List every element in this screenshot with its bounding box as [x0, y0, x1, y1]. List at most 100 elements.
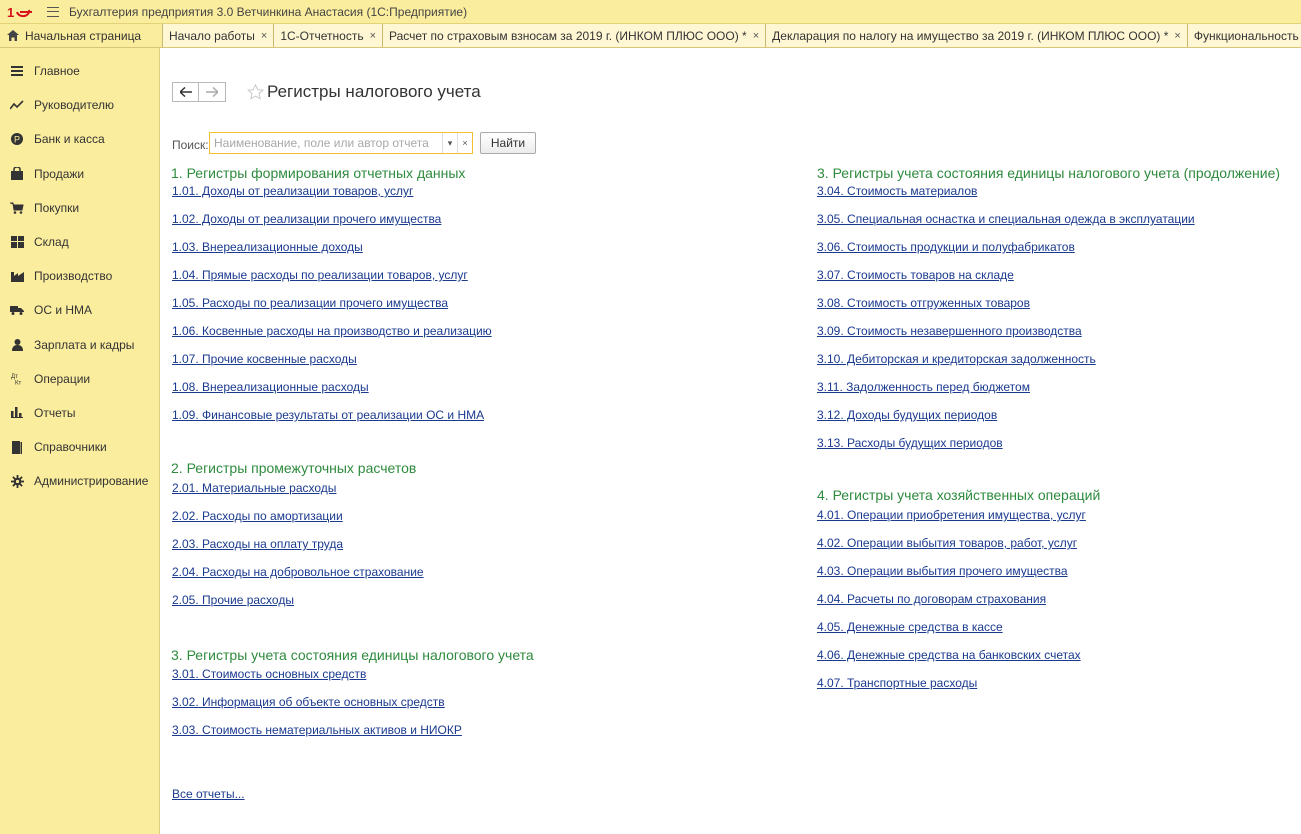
sidebar-item-fixed-assets[interactable]: ОС и НМА: [0, 293, 159, 327]
shopping-bag-icon: [10, 167, 24, 181]
sidebar-item-bank[interactable]: Р Банк и касса: [0, 122, 159, 156]
tab-1c-reporting[interactable]: 1С-Отчетность ×: [274, 24, 384, 47]
report-link[interactable]: 1.03. Внереализационные доходы: [172, 240, 363, 254]
search-field: ▾ ×: [209, 132, 473, 154]
sidebar-item-directories[interactable]: Справочники: [0, 430, 159, 464]
svg-text:Дт: Дт: [11, 374, 18, 380]
tab-label: Расчет по страховым взносам за 2019 г. (…: [389, 28, 747, 43]
tab-program-functionality[interactable]: Функциональность программы ×: [1187, 24, 1301, 47]
sidebar-item-main[interactable]: Главное: [0, 54, 159, 88]
report-link[interactable]: 3.01. Стоимость основных средств: [172, 667, 366, 681]
report-link[interactable]: 3.13. Расходы будущих периодов: [817, 436, 1003, 450]
report-link[interactable]: 1.05. Расходы по реализации прочего имущ…: [172, 296, 448, 310]
report-link[interactable]: 4.04. Расчеты по договорам страхования: [817, 592, 1046, 606]
section-title-1: 1. Регистры формирования отчетных данных: [171, 165, 466, 181]
report-link[interactable]: 4.01. Операции приобретения имущества, у…: [817, 508, 1086, 522]
report-link[interactable]: 3.04. Стоимость материалов: [817, 184, 977, 198]
report-link[interactable]: 4.07. Транспортные расходы: [817, 676, 977, 690]
report-link[interactable]: 2.03. Расходы на оплату труда: [172, 537, 343, 551]
report-link[interactable]: 2.01. Материальные расходы: [172, 481, 336, 495]
sidebar-item-label: Склад: [34, 235, 69, 250]
clear-icon[interactable]: ×: [457, 133, 472, 153]
report-link[interactable]: 2.04. Расходы на добровольное страховани…: [172, 565, 424, 579]
bar-chart-icon: [10, 406, 24, 420]
forward-button[interactable]: [199, 82, 226, 102]
warehouse-icon: [10, 235, 24, 249]
report-link[interactable]: 3.10. Дебиторская и кредиторская задолже…: [817, 352, 1096, 366]
report-link[interactable]: 1.07. Прочие косвенные расходы: [172, 352, 357, 366]
close-icon[interactable]: ×: [261, 30, 267, 42]
sidebar-item-sales[interactable]: Продажи: [0, 157, 159, 191]
report-link[interactable]: 4.05. Денежные средства в кассе: [817, 620, 1003, 634]
report-link[interactable]: 1.09. Финансовые результаты от реализаци…: [172, 408, 484, 422]
svg-text:Кт: Кт: [15, 381, 21, 386]
dropdown-icon[interactable]: ▾: [442, 133, 457, 153]
sidebar-item-manager[interactable]: Руководителю: [0, 88, 159, 122]
book-icon: [10, 440, 24, 454]
sidebar-item-warehouse[interactable]: Склад: [0, 225, 159, 259]
report-link[interactable]: 2.05. Прочие расходы: [172, 593, 294, 607]
section-title-2: 2. Регистры промежуточных расчетов: [171, 460, 417, 476]
report-link[interactable]: 3.11. Задолженность перед бюджетом: [817, 380, 1030, 394]
report-link[interactable]: 3.03. Стоимость нематериальных активов и…: [172, 723, 462, 737]
report-link[interactable]: 1.06. Косвенные расходы на производство …: [172, 324, 492, 338]
tab-home-label: Начальная страница: [25, 28, 142, 43]
favorite-star-icon[interactable]: [247, 84, 264, 100]
report-link[interactable]: 1.02. Доходы от реализации прочего имуще…: [172, 212, 441, 226]
report-link[interactable]: 1.04. Прямые расходы по реализации товар…: [172, 268, 468, 282]
arrow-right-icon: [206, 87, 218, 97]
find-button[interactable]: Найти: [480, 132, 536, 154]
tab-property-tax-declaration[interactable]: Декларация по налогу на имущество за 201…: [766, 24, 1188, 47]
section-title-3: 3. Регистры учета состояния единицы нало…: [171, 647, 534, 663]
svg-text:Р: Р: [14, 135, 20, 145]
sidebar-item-label: Руководителю: [34, 98, 115, 113]
report-link[interactable]: 3.02. Информация об объекте основных сре…: [172, 695, 445, 709]
sidebar-item-label: Банк и касса: [34, 132, 105, 147]
section-title-3-cont: 3. Регистры учета состояния единицы нало…: [817, 165, 1281, 181]
report-link[interactable]: 4.06. Денежные средства на банковских сч…: [817, 648, 1081, 662]
sidebar-item-administration[interactable]: Администрирование: [0, 464, 159, 498]
1c-logo-icon[interactable]: 1: [7, 4, 33, 20]
sidebar-item-purchases[interactable]: Покупки: [0, 191, 159, 225]
close-icon[interactable]: ×: [370, 30, 376, 42]
report-link[interactable]: 1.01. Доходы от реализации товаров, услу…: [172, 184, 413, 198]
tab-insurance-calc[interactable]: Расчет по страховым взносам за 2019 г. (…: [383, 24, 767, 47]
tab-label: Декларация по налогу на имущество за 201…: [772, 28, 1169, 43]
report-panel: Регистры налогового учета Поиск: ▾ × Най…: [160, 48, 1301, 834]
sidebar-item-label: Производство: [34, 269, 113, 284]
sidebar-item-label: Справочники: [34, 440, 107, 455]
tab-label: 1С-Отчетность: [280, 28, 364, 43]
report-link[interactable]: 4.03. Операции выбытия прочего имущества: [817, 564, 1068, 578]
sidebar-item-production[interactable]: Производство: [0, 259, 159, 293]
tab-home[interactable]: Начальная страница: [0, 24, 163, 47]
sidebar-item-reports[interactable]: Отчеты: [0, 396, 159, 430]
sidebar-item-label: Администрирование: [34, 474, 149, 489]
close-icon[interactable]: ×: [753, 30, 759, 42]
close-icon[interactable]: ×: [1174, 30, 1180, 42]
report-link[interactable]: 3.06. Стоимость продукции и полуфабрикат…: [817, 240, 1075, 254]
open-windows-tabbar: Начальная страница Начало работы × 1С-От…: [0, 24, 1301, 48]
window-title: Бухгалтерия предприятия 3.0 Ветчинкина А…: [69, 4, 468, 19]
sidebar-item-label: Зарплата и кадры: [34, 337, 135, 352]
report-link[interactable]: 2.02. Расходы по амортизации: [172, 509, 343, 523]
person-icon: [10, 338, 24, 352]
report-link[interactable]: 3.08. Стоимость отгруженных товаров: [817, 296, 1030, 310]
section-title-4: 4. Регистры учета хозяйственных операций: [817, 487, 1101, 503]
sidebar-item-operations[interactable]: Дт Кт Операции: [0, 362, 159, 396]
back-button[interactable]: [172, 82, 199, 102]
report-link[interactable]: 1.08. Внереализационные расходы: [172, 380, 369, 394]
tab-label: Начало работы: [169, 28, 255, 43]
menu-icon: [10, 64, 24, 78]
report-link[interactable]: 3.09. Стоимость незавершенного производс…: [817, 324, 1082, 338]
report-link[interactable]: 4.02. Операции выбытия товаров, работ, у…: [817, 536, 1077, 550]
report-link[interactable]: 3.05. Специальная оснастка и специальная…: [817, 212, 1195, 226]
all-reports-link[interactable]: Все отчеты...: [172, 787, 245, 801]
report-link[interactable]: 3.07. Стоимость товаров на складе: [817, 268, 1014, 282]
report-link[interactable]: 3.12. Доходы будущих периодов: [817, 408, 997, 422]
search-input[interactable]: [210, 133, 442, 153]
home-icon: [7, 30, 19, 41]
sidebar-item-label: Продажи: [34, 166, 85, 181]
main-menu-icon[interactable]: [47, 6, 59, 17]
sidebar-item-payroll[interactable]: Зарплата и кадры: [0, 328, 159, 362]
tab-start-work[interactable]: Начало работы ×: [163, 24, 275, 47]
